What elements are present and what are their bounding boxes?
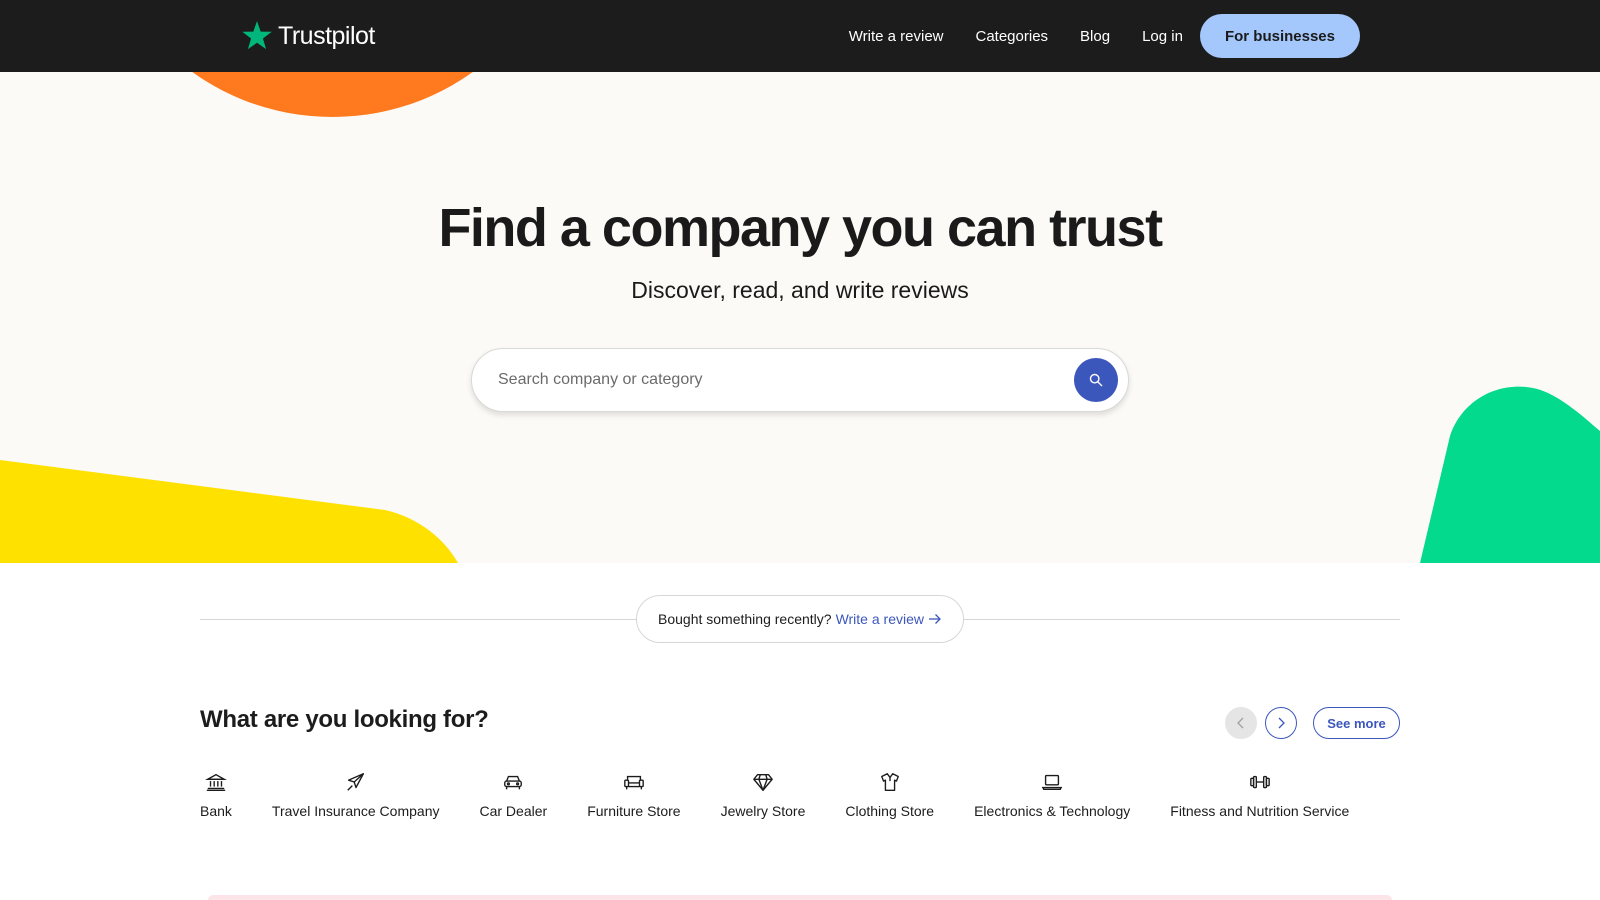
category-list: Bank Travel Insurance Company Car Dealer bbox=[200, 770, 1349, 826]
write-review-link[interactable]: Write a review bbox=[836, 611, 942, 627]
category-item-jewelry-store[interactable]: Jewelry Store bbox=[720, 770, 806, 826]
arrow-right-icon bbox=[929, 614, 941, 624]
category-item-electronics[interactable]: Electronics & Technology bbox=[974, 770, 1130, 826]
for-businesses-button[interactable]: For businesses bbox=[1199, 14, 1360, 58]
category-label: Bank bbox=[200, 803, 232, 819]
chevron-left-icon bbox=[1237, 717, 1244, 729]
top-nav: Trustpilot Write a review Categories Blo… bbox=[0, 0, 1600, 72]
bank-icon bbox=[204, 770, 228, 794]
nav-categories-link[interactable]: Categories bbox=[976, 28, 1049, 45]
airplane-icon bbox=[344, 770, 368, 794]
carousel-prev-button[interactable] bbox=[1225, 707, 1257, 739]
search-input[interactable] bbox=[496, 349, 1036, 411]
review-prompt-question: Bought something recently? bbox=[658, 611, 832, 627]
category-item-clothing-store[interactable]: Clothing Store bbox=[845, 770, 934, 826]
hero-subtitle: Discover, read, and write reviews bbox=[631, 277, 969, 303]
diamond-icon bbox=[751, 770, 775, 794]
trustpilot-logo[interactable]: Trustpilot bbox=[240, 16, 375, 56]
nav-login-link[interactable]: Log in bbox=[1142, 28, 1183, 45]
nav-write-review-link[interactable]: Write a review bbox=[849, 28, 944, 45]
hero-title: Find a company you can trust bbox=[438, 198, 1163, 258]
search-button[interactable] bbox=[1074, 358, 1118, 402]
category-label: Electronics & Technology bbox=[974, 803, 1131, 819]
see-more-button[interactable]: See more bbox=[1313, 707, 1400, 739]
next-section-banner bbox=[208, 895, 1392, 900]
category-item-fitness[interactable]: Fitness and Nutrition Service bbox=[1170, 770, 1349, 826]
category-label: Jewelry Store bbox=[720, 803, 806, 819]
category-label: Clothing Store bbox=[845, 803, 935, 819]
star-icon bbox=[242, 21, 272, 50]
review-prompt: Bought something recently? Write a revie… bbox=[636, 595, 964, 643]
category-item-bank[interactable]: Bank bbox=[200, 770, 232, 826]
decorative-orange-shape bbox=[100, 72, 565, 117]
category-label: Fitness and Nutrition Service bbox=[1170, 803, 1350, 819]
write-review-link-label: Write a review bbox=[835, 611, 924, 627]
hero-section: Find a company you can trust Discover, r… bbox=[0, 72, 1600, 563]
search-icon bbox=[1089, 373, 1103, 387]
car-icon bbox=[501, 770, 525, 794]
dumbbell-icon bbox=[1248, 770, 1272, 794]
decorative-yellow-shape bbox=[0, 460, 458, 563]
carousel-next-button[interactable] bbox=[1265, 707, 1297, 739]
category-item-car-dealer[interactable]: Car Dealer bbox=[479, 770, 547, 826]
category-item-furniture-store[interactable]: Furniture Store bbox=[587, 770, 681, 826]
nav-links: Write a review Categories Blog Log in Fo… bbox=[849, 14, 1360, 58]
categories-title: What are you looking for? bbox=[200, 706, 489, 733]
category-label: Travel Insurance Company bbox=[271, 803, 440, 819]
category-label: Furniture Store bbox=[587, 803, 681, 819]
laptop-icon bbox=[1040, 770, 1064, 794]
shirt-icon bbox=[878, 770, 902, 794]
search-bar bbox=[471, 348, 1129, 412]
nav-blog-link[interactable]: Blog bbox=[1080, 28, 1110, 45]
category-label: Car Dealer bbox=[479, 803, 548, 819]
chevron-right-icon bbox=[1278, 717, 1285, 729]
decorative-green-shape bbox=[1420, 386, 1600, 563]
logo-text: Trustpilot bbox=[278, 21, 375, 50]
sofa-icon bbox=[622, 770, 646, 794]
category-item-travel-insurance[interactable]: Travel Insurance Company bbox=[271, 770, 440, 826]
